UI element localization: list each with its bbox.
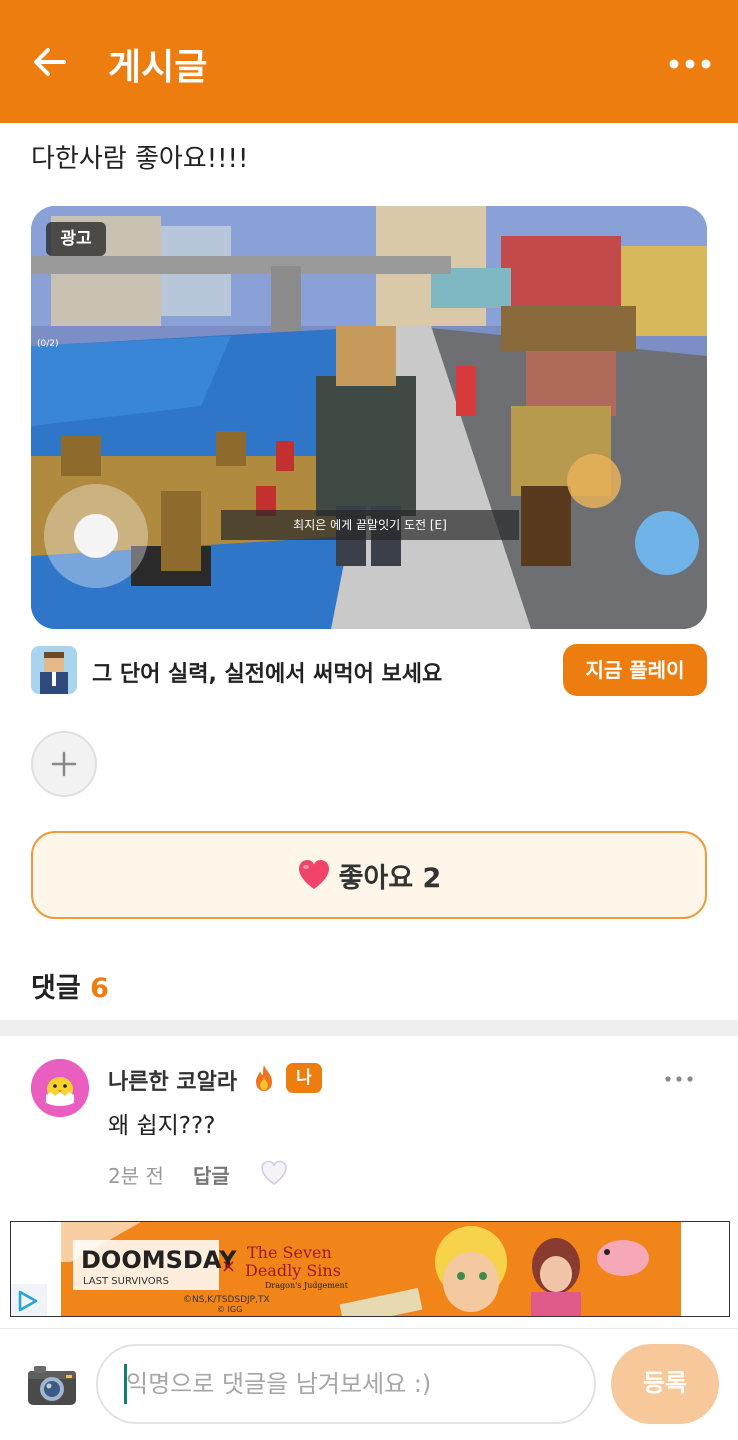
banner-cross: × [221,1256,236,1277]
page-title: 게시글 [108,47,208,88]
adchoices-icon[interactable] [11,1284,47,1316]
banner-logo: DOOMSDAY [81,1246,237,1274]
ad-badge: 광고 [46,222,106,256]
banner-ad[interactable]: DOOMSDAY LAST SURVIVORS × The Seven Dead… [10,1221,730,1317]
ad-headline[interactable]: 그 단어 실력, 실전에서 써먹어 보세요 [92,656,442,688]
svg-text:(0/2): (0/2) [37,339,59,349]
banner-collab-title-2: Deadly Sins [245,1261,341,1280]
more-horizontal-icon[interactable] [662,44,718,84]
comments-heading: 댓글 6 [31,966,109,1005]
app-header: 게시글 [0,0,738,123]
ad-app-icon[interactable] [31,646,77,694]
post-body: 다한사람 좋아요!!!! [31,144,249,174]
ad-game-caption: 최지은 에게 끝말잇기 도전 [E] [221,510,519,540]
arrow-left-icon[interactable] [28,40,72,84]
reply-button[interactable]: 답글 [193,1160,230,1189]
banner-logo-sub: LAST SURVIVORS [83,1276,169,1287]
comment-input[interactable] [96,1344,596,1424]
comment-body: 왜 쉽지??? [108,1113,216,1139]
banner-copyright: ©NS,K/TSDSDJP,TX [183,1295,270,1305]
comments-count: 6 [90,973,109,1004]
heart-icon [298,860,329,889]
submit-comment-button[interactable]: 등록 [611,1344,719,1424]
camera-icon[interactable] [26,1362,78,1408]
avatar[interactable] [31,1059,89,1117]
play-now-button[interactable]: 지금 플레이 [563,644,707,696]
plus-icon [51,751,77,777]
comment-time: 2분 전 [108,1164,164,1188]
heart-outline-icon[interactable] [259,1158,289,1188]
add-button[interactable] [31,731,97,797]
like-button[interactable]: 좋아요 2 [31,831,707,919]
text-caret [124,1364,127,1404]
fire-icon [256,1065,272,1091]
section-divider [0,1020,738,1036]
banner-collab-title-1: The Seven [247,1243,332,1262]
more-horizontal-icon[interactable] [660,1066,700,1092]
comment-author[interactable]: 나른한 코알라 [108,1064,237,1096]
banner-collab-sub: Dragon's Judgement [265,1281,349,1290]
ad-image[interactable]: (0/2) [31,206,707,629]
me-badge: 나 [286,1063,322,1093]
like-label: 좋아요 2 [338,862,442,894]
banner-copyright-2: © IGG [217,1305,242,1314]
comments-title: 댓글 [31,973,81,1004]
